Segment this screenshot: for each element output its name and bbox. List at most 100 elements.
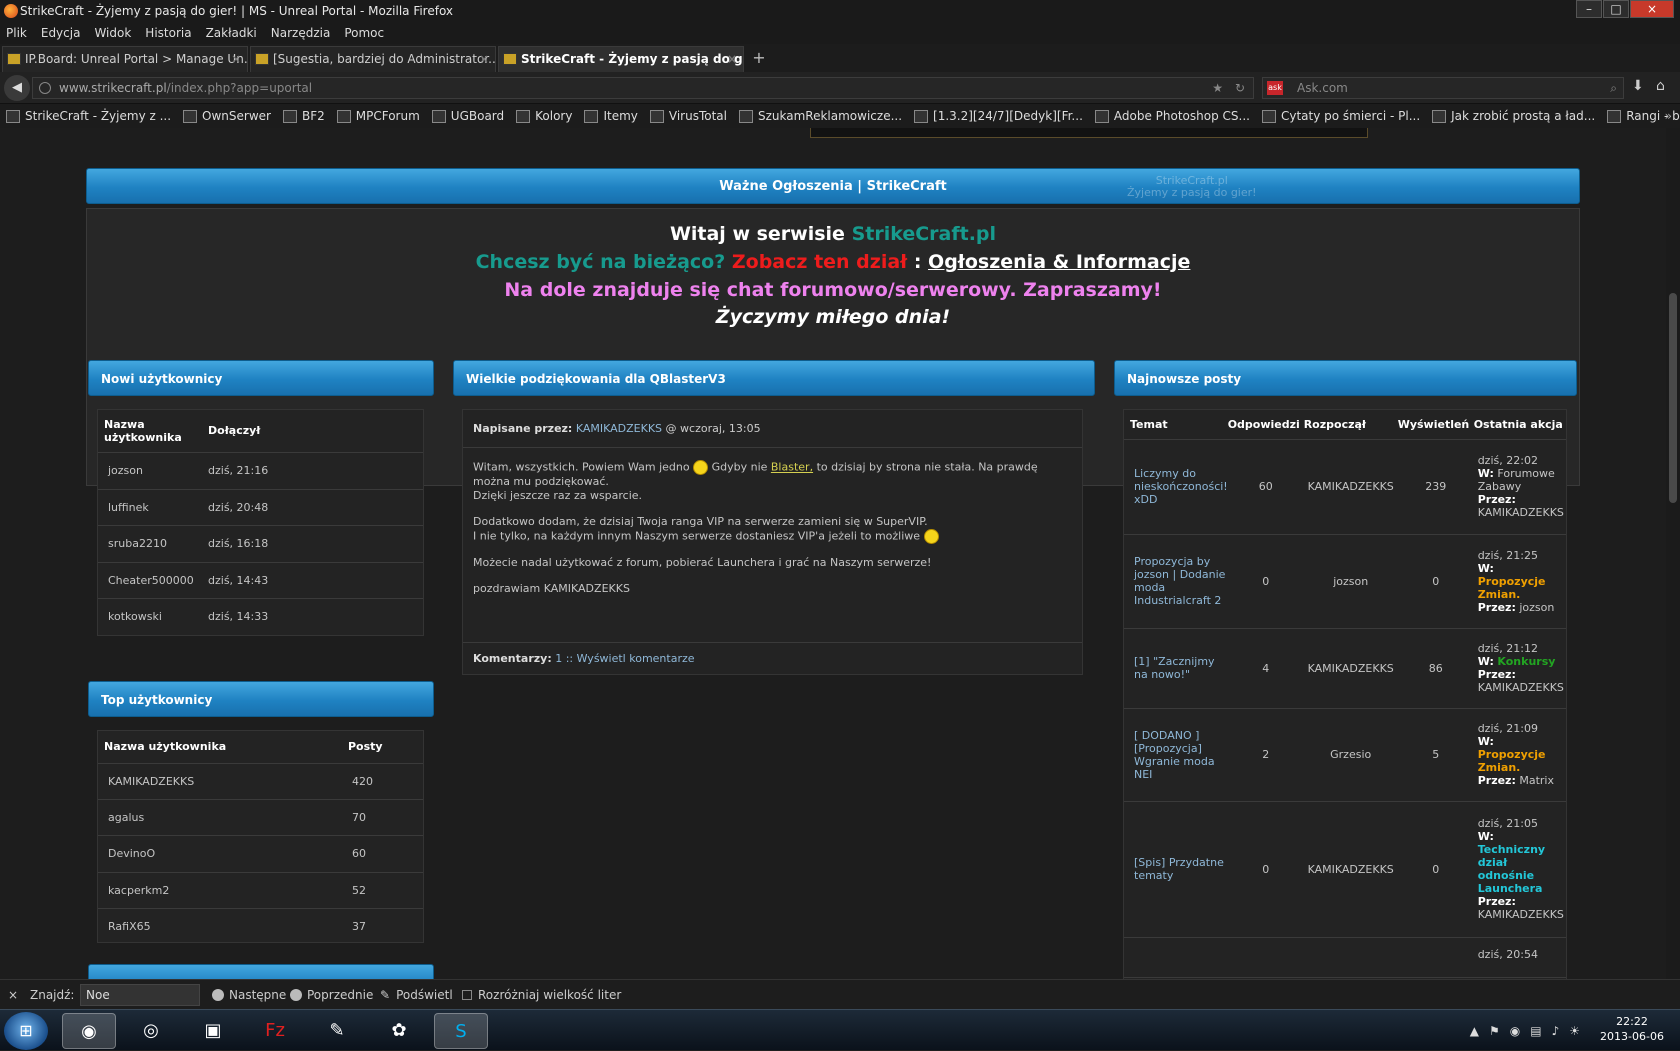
- tab-close-icon[interactable]: ×: [727, 47, 737, 71]
- starter-link[interactable]: [1303, 937, 1398, 978]
- username-link[interactable]: kotkowski: [98, 598, 208, 634]
- topic-link[interactable]: Propozycja by jozson | Dodanie moda Indu…: [1124, 534, 1228, 629]
- topic-link[interactable]: [Spis] Przydatne tematy: [1124, 801, 1228, 938]
- author-link[interactable]: KAMIKADZEKKS: [576, 422, 662, 435]
- find-next-button[interactable]: Następne: [212, 980, 286, 1010]
- topic-link[interactable]: Liczymy do nieskończoności! xDD: [1124, 439, 1228, 535]
- bookmark-item[interactable]: SzukamReklamowicze...: [739, 104, 902, 128]
- username-link[interactable]: agalus: [98, 799, 348, 836]
- back-button[interactable]: ◀: [4, 75, 30, 101]
- menu-view[interactable]: Widok: [94, 22, 131, 44]
- volume-icon[interactable]: ♪: [1552, 1024, 1560, 1038]
- site-name-link[interactable]: StrikeCraft.pl: [852, 223, 996, 245]
- match-case-checkbox[interactable]: Rozróżniaj wielkość liter: [462, 980, 621, 1010]
- highlight-button[interactable]: ✎ Podświetl: [380, 980, 453, 1010]
- starter-link[interactable]: KAMIKADZEKKS: [1303, 628, 1398, 709]
- username-link[interactable]: kacperkm2: [98, 872, 348, 909]
- menu-tools[interactable]: Narzędzia: [271, 22, 331, 44]
- last-poster-link[interactable]: KAMIKADZEKKS: [1478, 908, 1564, 921]
- tab-close-icon[interactable]: ×: [231, 47, 241, 71]
- topic-link[interactable]: [1] "Zacznijmy na nowo!": [1124, 628, 1228, 709]
- bookmark-item[interactable]: Jak zrobić prostą a ład...: [1432, 104, 1595, 128]
- bookmark-item[interactable]: StrikeCraft - Żyjemy z ...: [6, 104, 171, 128]
- view-comments-link[interactable]: 1 :: Wyświetl komentarze: [555, 652, 694, 665]
- bookmark-item[interactable]: BF2: [282, 104, 325, 128]
- starter-link[interactable]: KAMIKADZEKKS: [1303, 439, 1398, 535]
- find-input[interactable]: Noe: [80, 984, 200, 1006]
- search-icon[interactable]: ⌕: [1610, 78, 1617, 98]
- find-close-icon[interactable]: ×: [8, 980, 18, 1010]
- menu-history[interactable]: Historia: [145, 22, 191, 44]
- bookmark-item[interactable]: Cytaty po śmierci - Pl...: [1261, 104, 1420, 128]
- new-tab-button[interactable]: +: [746, 46, 772, 72]
- blaster-link[interactable]: Blaster,: [771, 461, 813, 474]
- bookmark-item[interactable]: MPCForum: [336, 104, 420, 128]
- maximize-button[interactable]: □: [1603, 0, 1629, 18]
- forum-link[interactable]: Propozycje Zmian.: [1478, 575, 1546, 601]
- bookmarks-overflow-icon[interactable]: »: [1665, 104, 1672, 128]
- bookmark-item[interactable]: [1.3.2][24/7][Dedyk][Fr...: [914, 104, 1083, 128]
- announcement-bar[interactable]: Ważne Ogłoszenia | StrikeCraft StrikeCra…: [86, 168, 1580, 204]
- bookmark-item[interactable]: VirusTotal: [649, 104, 727, 128]
- save-taskbar-icon[interactable]: ▣: [186, 1013, 240, 1049]
- menu-file[interactable]: Plik: [6, 22, 27, 44]
- site-identity-icon[interactable]: [39, 82, 51, 94]
- search-bar[interactable]: ask Ask.com ⌕: [1262, 77, 1624, 99]
- weather-icon[interactable]: ☀: [1569, 1024, 1580, 1038]
- forum-link[interactable]: Konkursy: [1497, 655, 1555, 668]
- bookmark-item[interactable]: Kolory: [516, 104, 572, 128]
- bookmark-item[interactable]: UGBoard: [431, 104, 504, 128]
- last-poster-link[interactable]: Matrix: [1519, 774, 1554, 787]
- forum-link[interactable]: Propozycje Zmian.: [1478, 748, 1546, 774]
- chrome-taskbar-icon[interactable]: ◎: [124, 1013, 178, 1049]
- notepad-taskbar-icon[interactable]: ✎: [310, 1013, 364, 1049]
- antivirus-icon[interactable]: ◉: [1510, 1024, 1520, 1038]
- last-poster-link[interactable]: KAMIKADZEKKS: [1478, 681, 1564, 694]
- reload-icon[interactable]: ↻: [1235, 78, 1245, 98]
- ask-engine-icon[interactable]: ask: [1267, 81, 1283, 95]
- bookmark-star-icon[interactable]: ★: [1212, 78, 1223, 98]
- page-scrollbar[interactable]: [1666, 128, 1680, 979]
- last-poster-link[interactable]: jozson: [1519, 601, 1554, 614]
- forum-link[interactable]: Techniczny dział odnośnie Launchera: [1478, 843, 1545, 895]
- tray-expand-icon[interactable]: ▲: [1470, 1024, 1479, 1038]
- topic-link[interactable]: [ DODANO ] [Propozycja] Wgranie moda NEI: [1124, 708, 1228, 802]
- tab-ipboard[interactable]: IP.Board: Unreal Portal > Manage Un... ×: [2, 46, 248, 72]
- clock[interactable]: 22:22 2013-06-06: [1592, 1014, 1672, 1044]
- firefox-taskbar-icon[interactable]: ◉: [62, 1013, 116, 1049]
- tab-sugestia[interactable]: [Sugestia, bardziej do Administrator... ×: [250, 46, 496, 72]
- skype-taskbar-icon[interactable]: S: [434, 1013, 488, 1049]
- starter-link[interactable]: jozson: [1303, 534, 1398, 629]
- menu-help[interactable]: Pomoc: [344, 22, 384, 44]
- home-icon[interactable]: ⌂: [1656, 78, 1665, 94]
- minimize-button[interactable]: –: [1576, 0, 1602, 18]
- username-link[interactable]: jozson: [98, 452, 208, 490]
- username-link[interactable]: sruba2210: [98, 525, 208, 563]
- paint-taskbar-icon[interactable]: ✿: [372, 1013, 426, 1049]
- username-link[interactable]: KAMIKADZEKKS: [98, 763, 348, 800]
- find-previous-button[interactable]: Poprzednie: [290, 980, 373, 1010]
- username-link[interactable]: DevinoO: [98, 835, 348, 873]
- flag-icon[interactable]: ⚑: [1489, 1024, 1500, 1038]
- filezilla-taskbar-icon[interactable]: Fz: [248, 1013, 302, 1049]
- menu-bookmarks[interactable]: Zakładki: [206, 22, 257, 44]
- starter-link[interactable]: KAMIKADZEKKS: [1303, 801, 1398, 938]
- starter-link[interactable]: Grzesio: [1303, 708, 1398, 802]
- username-link[interactable]: Cheater500000: [98, 562, 208, 599]
- download-icon[interactable]: ⬇: [1632, 78, 1644, 94]
- tab-strikecraft[interactable]: StrikeCraft - Żyjemy z pasją do gie... ×: [498, 46, 744, 72]
- announcements-link[interactable]: Ogłoszenia & Informacje: [928, 251, 1190, 273]
- last-poster-link[interactable]: KAMIKADZEKKS: [1478, 506, 1564, 519]
- scrollbar-thumb[interactable]: [1669, 293, 1677, 503]
- bookmark-item[interactable]: Itemy: [584, 104, 638, 128]
- start-button[interactable]: ⊞: [4, 1012, 48, 1050]
- topic-link[interactable]: [1124, 937, 1228, 978]
- bookmark-item[interactable]: Adobe Photoshop CS...: [1094, 104, 1250, 128]
- tab-close-icon[interactable]: ×: [479, 47, 489, 71]
- username-link[interactable]: RafiX65: [98, 908, 348, 944]
- menu-edit[interactable]: Edycja: [41, 22, 81, 44]
- close-button[interactable]: ×: [1630, 0, 1674, 18]
- network-icon[interactable]: ▤: [1530, 1024, 1541, 1038]
- username-link[interactable]: luffinek: [98, 489, 208, 526]
- url-bar[interactable]: www.strikecraft.pl/index.php?app=uportal…: [32, 77, 1254, 99]
